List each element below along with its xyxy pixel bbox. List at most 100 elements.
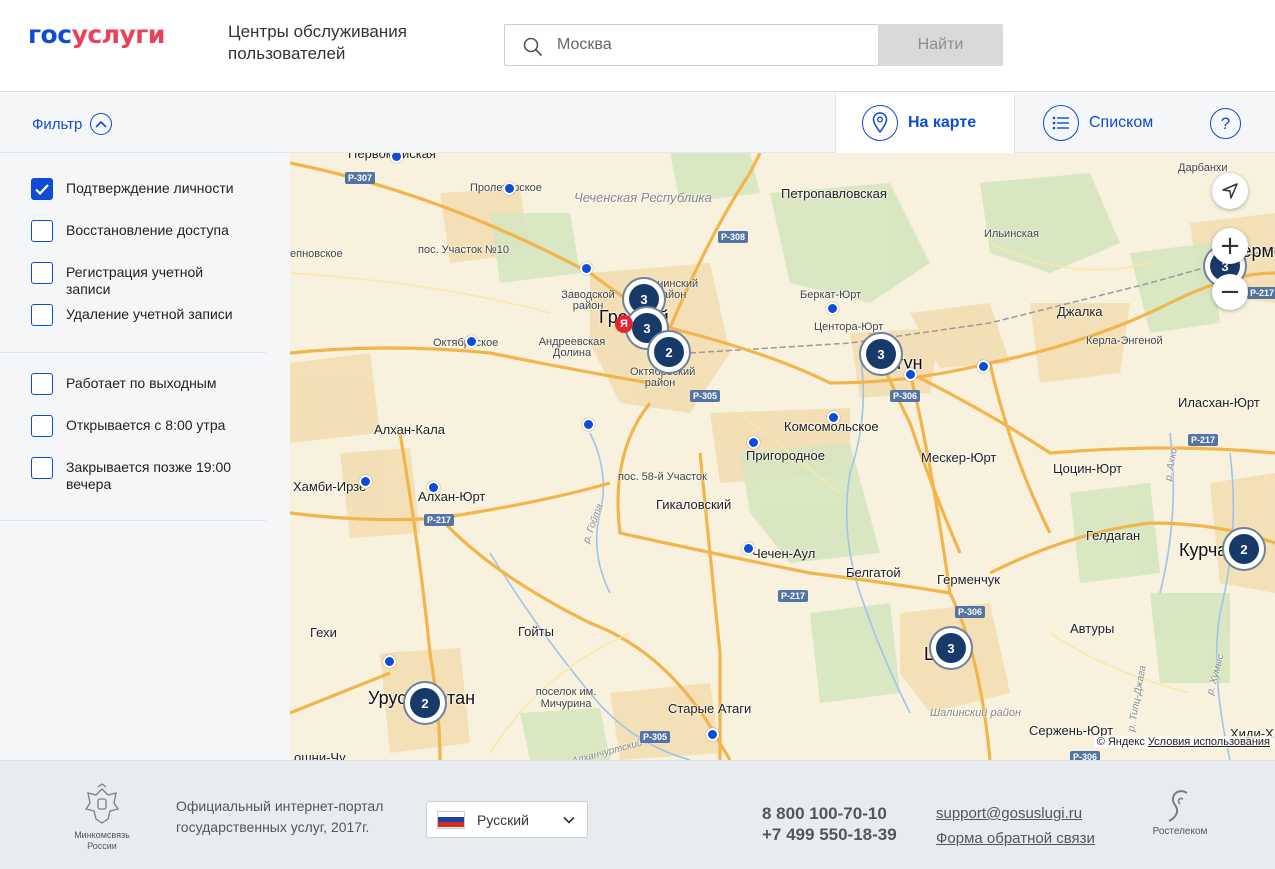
tab-list[interactable]: Списком [1015,93,1195,153]
feedback-form-link[interactable]: Форма обратной связи [936,826,1095,851]
map-town-label: Петропавловская [781,186,887,201]
service-center-pin[interactable] [904,368,917,381]
view-toolbar: Фильтр На карте Списком ? [0,93,1275,153]
road-shield: Р-217 [1188,434,1219,446]
map-town-label: Герменчук [937,572,1000,587]
road-shield: Р-305 [690,390,721,402]
map-town-label: пос. Участок №10 [418,244,509,256]
service-center-pin[interactable] [826,302,839,315]
list-icon [1043,105,1079,141]
filter-account-deletion[interactable]: Удаление учетной записи [31,304,251,326]
filter-toggle[interactable]: Фильтр [32,113,113,135]
checkbox-checked[interactable] [31,178,53,200]
yandex-logo: Я [615,315,633,333]
road-shield: Р-217 [778,590,809,602]
map-town-label: Гелдаган [1086,528,1141,543]
service-center-pin[interactable] [427,481,440,494]
ministry-logo[interactable]: Минкомсвязь России [66,783,138,852]
gosuslugi-logo[interactable]: госуслуги [28,20,165,49]
search-icon [523,37,543,57]
checkbox[interactable] [31,304,53,326]
road-shield: Р-306 [890,390,921,402]
map-town-label: Чечен-Аул [752,546,816,561]
road-shield: Р-306 [1070,751,1101,760]
map-region-label: Чеченская Республика [574,190,712,205]
support-phones: 8 800 100-70-10 +7 499 550-18-39 [762,803,897,845]
service-center-pin[interactable] [359,475,372,488]
map-town-label: Беркат-Юрт [800,289,862,301]
map-town-label: Старые Атаги [668,701,752,716]
help-button[interactable]: ? [1210,108,1241,139]
page-title: Центры обслуживания пользователей [228,22,407,63]
search-input[interactable] [557,25,872,65]
filter-label: Фильтр [32,115,83,133]
service-center-cluster[interactable]: 2 [647,330,691,374]
service-center-pin[interactable] [827,411,840,424]
filter-identity-confirmation[interactable]: Подтверждение личности [31,178,251,200]
service-center-pin[interactable] [580,262,593,275]
filter-label: Работает по выходным [66,375,217,391]
map-town-label: поселок им. Мичурина [535,686,597,710]
zoom-in-button[interactable]: + [1212,228,1248,264]
filter-label: Удаление учетной записи [66,306,233,322]
map-copyright: © Яндекс Условия использования [1093,736,1273,748]
service-center-cluster[interactable]: 3 [859,332,903,376]
map-town-label: Хамби-Ирзе [293,479,367,494]
checkbox[interactable] [31,262,53,284]
checkbox[interactable] [31,415,53,437]
portal-description: Официальный интернет-портал государствен… [176,798,384,835]
filter-closes-late[interactable]: Закрывается позже 19:00 вечера [31,457,251,493]
footer: Минкомсвязь России Официальный интернет-… [0,760,1275,869]
phone-number[interactable]: +7 499 550-18-39 [762,824,897,845]
geolocation-button[interactable] [1212,173,1248,209]
map-view[interactable]: Первомайская Пролетарское Чеченская Респ… [290,153,1275,760]
phone-number[interactable]: 8 800 100-70-10 [762,803,897,824]
search-button[interactable]: Найти [878,24,1003,66]
cluster-count: 3 [866,339,896,369]
language-select[interactable]: Русский [426,801,588,838]
service-center-pin[interactable] [977,360,990,373]
map-town-label: пос. 58-й Участок [618,471,707,483]
coat-of-arms-icon [84,783,120,824]
filter-access-recovery[interactable]: Восстановление доступа [31,220,251,242]
filter-account-registration[interactable]: Регистрация учетной записи [31,262,251,298]
rostelecom-logo[interactable]: Ростелеком [1147,787,1213,837]
zoom-out-button[interactable]: − [1212,274,1248,310]
service-center-pin[interactable] [582,418,595,431]
tab-list-label: Списком [1089,114,1154,131]
service-center-pin[interactable] [383,655,396,668]
service-center-pin[interactable] [503,182,516,195]
filter-label: Подтверждение личности [66,180,234,196]
support-email-link[interactable]: support@gosuslugi.ru [936,801,1095,826]
filter-opens-early[interactable]: Открывается с 8:00 утра [31,415,251,437]
checkbox[interactable] [31,373,53,395]
map-town-label: Андреевская Долина [538,336,606,359]
road-shield: Р-217 [1247,287,1275,299]
service-center-pin[interactable] [742,542,755,555]
service-center-cluster[interactable]: 2 [403,681,447,725]
checkbox[interactable] [31,457,53,479]
map-town-label: Керла-Энгеной [1086,335,1163,347]
map-town-label: Белгатой [846,565,901,580]
road-shield: Р-307 [345,172,376,184]
checkbox[interactable] [31,220,53,242]
service-center-cluster[interactable]: 3 [929,626,973,670]
service-center-cluster[interactable]: 2 [1222,527,1266,571]
road-shield: Р-305 [640,731,671,743]
filter-weekends[interactable]: Работает по выходным [31,373,251,395]
terms-link[interactable]: Условия использования [1148,736,1270,748]
filter-label: Восстановление доступа [66,222,229,238]
chevron-up-icon [90,113,113,135]
search-box [504,24,879,66]
filter-sidebar: Подтверждение личности Восстановление до… [0,153,290,760]
map-town-label: Ильинская [984,228,1039,240]
road-shield: Р-308 [718,231,749,243]
service-center-pin[interactable] [747,436,760,449]
map-district-label: Шалинский район [930,707,1022,719]
map-town-label: Гехи [310,625,337,640]
service-center-pin[interactable] [706,728,719,741]
service-center-pin[interactable] [465,335,478,348]
cluster-count: 2 [410,688,440,718]
road-shield: Р-217 [424,514,455,526]
tab-map[interactable]: На карте [835,93,1015,153]
